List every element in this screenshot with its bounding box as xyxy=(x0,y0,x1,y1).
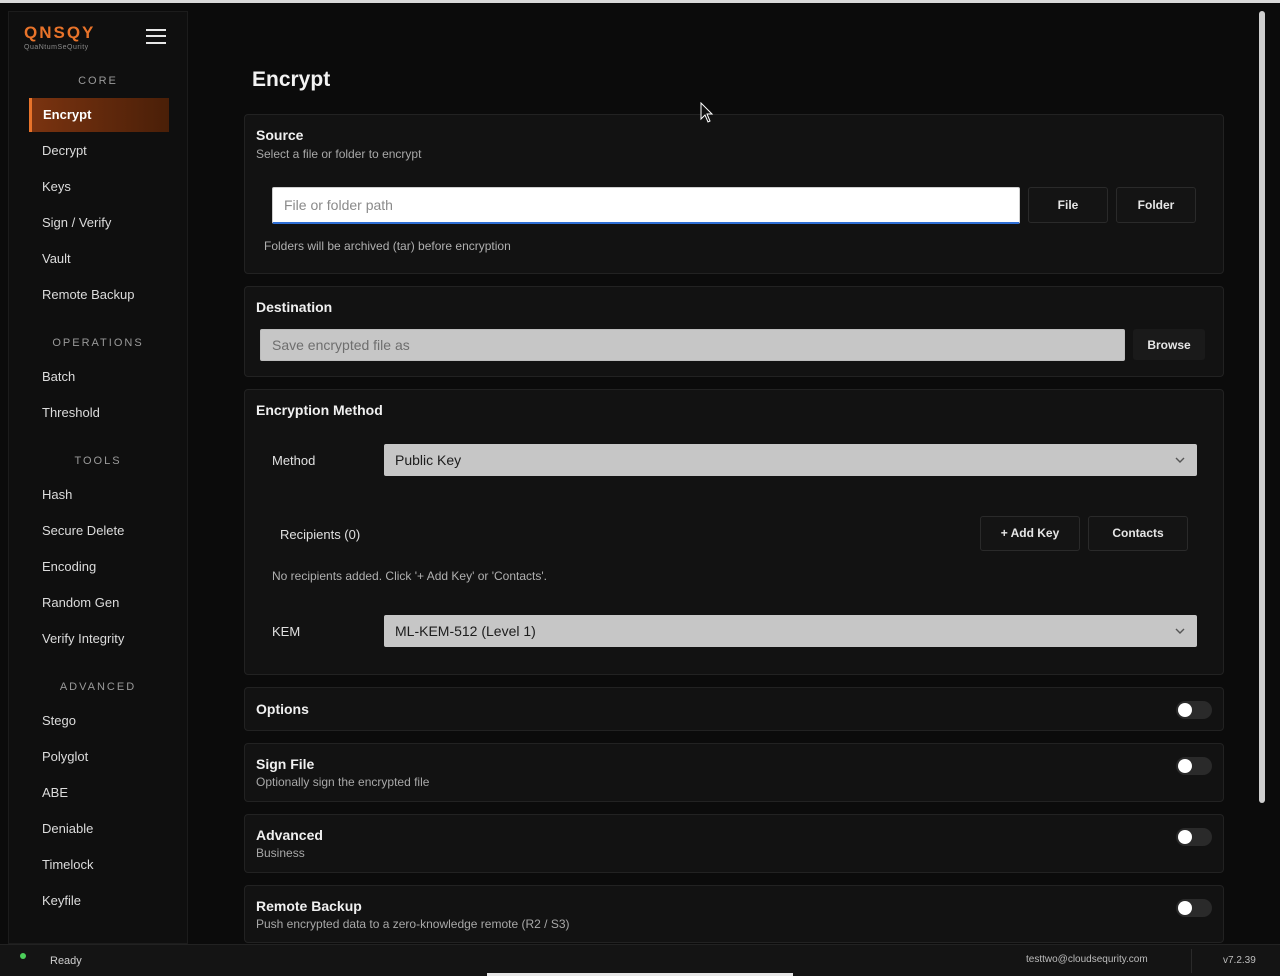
source-subtitle: Select a file or folder to encrypt xyxy=(256,147,422,161)
section-label-core: CORE xyxy=(78,75,118,87)
kem-select-value: ML-KEM-512 (Level 1) xyxy=(395,623,536,639)
sidebar-item-timelock[interactable]: Timelock xyxy=(29,848,169,882)
encryption-method-panel: Encryption Method Method Public Key Reci… xyxy=(244,389,1224,675)
remote-backup-panel: Remote Backup Push encrypted data to a z… xyxy=(244,885,1224,943)
options-panel: Options xyxy=(244,687,1224,731)
recipients-label: Recipients (0) xyxy=(280,527,361,542)
remote-backup-subtitle: Push encrypted data to a zero-knowledge … xyxy=(256,917,570,931)
destination-panel: Destination Browse xyxy=(244,286,1224,377)
method-select-value: Public Key xyxy=(395,452,462,468)
window-top-strip xyxy=(0,0,1280,3)
remote-backup-title: Remote Backup xyxy=(256,898,362,914)
method-select[interactable]: Public Key xyxy=(384,444,1197,476)
destination-path-input[interactable] xyxy=(260,329,1125,361)
sidebar-item-decrypt[interactable]: Decrypt xyxy=(29,134,169,168)
folder-button[interactable]: Folder xyxy=(1116,187,1196,223)
kem-label: KEM xyxy=(272,624,301,639)
brand-tagline: QuaNtumSeQurity xyxy=(24,44,89,51)
encryption-method-title: Encryption Method xyxy=(256,402,383,418)
contacts-button[interactable]: Contacts xyxy=(1088,516,1188,551)
destination-title: Destination xyxy=(256,299,333,315)
advanced-toggle[interactable] xyxy=(1176,828,1212,846)
status-text: Ready xyxy=(50,955,82,967)
sign-file-subtitle: Optionally sign the encrypted file xyxy=(256,775,430,789)
section-label-advanced: ADVANCED xyxy=(59,681,137,693)
sidebar: QNSQY QuaNtumSeQurity CORE Encrypt Decry… xyxy=(8,11,188,944)
status-indicator-icon xyxy=(20,953,26,959)
add-key-button[interactable]: + Add Key xyxy=(980,516,1080,551)
file-button[interactable]: File xyxy=(1028,187,1108,223)
status-bar: Ready testtwo@cloudsequrity.com v7.2.39 xyxy=(0,944,1280,976)
brand-logo-text: QNSQY xyxy=(24,23,96,42)
recipients-empty-text: No recipients added. Click '+ Add Key' o… xyxy=(272,569,547,583)
sidebar-item-polyglot[interactable]: Polyglot xyxy=(29,740,169,774)
sidebar-item-batch[interactable]: Batch xyxy=(29,360,169,394)
mouse-cursor-icon xyxy=(700,102,714,123)
method-label: Method xyxy=(272,453,316,468)
advanced-panel: Advanced Business xyxy=(244,814,1224,873)
status-version: v7.2.39 xyxy=(1223,955,1256,966)
sidebar-item-keys[interactable]: Keys xyxy=(29,170,169,204)
sidebar-item-verify-integrity[interactable]: Verify Integrity xyxy=(29,622,169,656)
scrollbar-thumb[interactable] xyxy=(1259,11,1265,803)
sidebar-item-random-gen[interactable]: Random Gen xyxy=(29,586,169,620)
source-panel: Source Select a file or folder to encryp… xyxy=(244,114,1224,274)
sidebar-item-secure-delete[interactable]: Secure Delete xyxy=(29,514,169,548)
chevron-down-icon xyxy=(1175,457,1185,463)
sidebar-item-hash[interactable]: Hash xyxy=(29,478,169,512)
sign-file-title: Sign File xyxy=(256,756,315,772)
sidebar-item-sign-verify[interactable]: Sign / Verify xyxy=(29,206,169,240)
browse-button[interactable]: Browse xyxy=(1133,329,1205,360)
sidebar-item-deniable[interactable]: Deniable xyxy=(29,812,169,846)
remote-backup-toggle[interactable] xyxy=(1176,899,1212,917)
options-toggle[interactable] xyxy=(1176,701,1212,719)
options-title: Options xyxy=(256,701,309,717)
sidebar-item-vault[interactable]: Vault xyxy=(29,242,169,276)
section-label-operations: OPERATIONS xyxy=(52,337,144,349)
sidebar-item-remote-backup[interactable]: Remote Backup xyxy=(29,278,169,312)
sidebar-item-keyfile[interactable]: Keyfile xyxy=(29,884,169,918)
scrollbar[interactable] xyxy=(1258,11,1266,936)
sidebar-item-abe[interactable]: ABE xyxy=(29,776,169,810)
kem-select[interactable]: ML-KEM-512 (Level 1) xyxy=(384,615,1197,647)
sidebar-item-encrypt[interactable]: Encrypt xyxy=(29,98,169,132)
status-user-email: testtwo@cloudsequrity.com xyxy=(1026,954,1148,965)
section-label-tools: TOOLS xyxy=(74,455,122,467)
advanced-subtitle: Business xyxy=(256,846,305,860)
page-title: Encrypt xyxy=(252,68,331,91)
sidebar-item-encoding[interactable]: Encoding xyxy=(29,550,169,584)
menu-icon[interactable] xyxy=(146,28,166,45)
source-title: Source xyxy=(256,127,304,143)
brand-logo: QNSQY QuaNtumSeQurity xyxy=(24,23,96,52)
sign-file-panel: Sign File Optionally sign the encrypted … xyxy=(244,743,1224,802)
chevron-down-icon xyxy=(1175,628,1185,634)
sign-file-toggle[interactable] xyxy=(1176,757,1212,775)
source-path-input[interactable] xyxy=(272,187,1020,224)
sidebar-item-stego[interactable]: Stego xyxy=(29,704,169,738)
sidebar-item-threshold[interactable]: Threshold xyxy=(29,396,169,430)
advanced-title: Advanced xyxy=(256,827,323,843)
status-divider xyxy=(1191,949,1192,973)
source-hint: Folders will be archived (tar) before en… xyxy=(264,239,511,253)
